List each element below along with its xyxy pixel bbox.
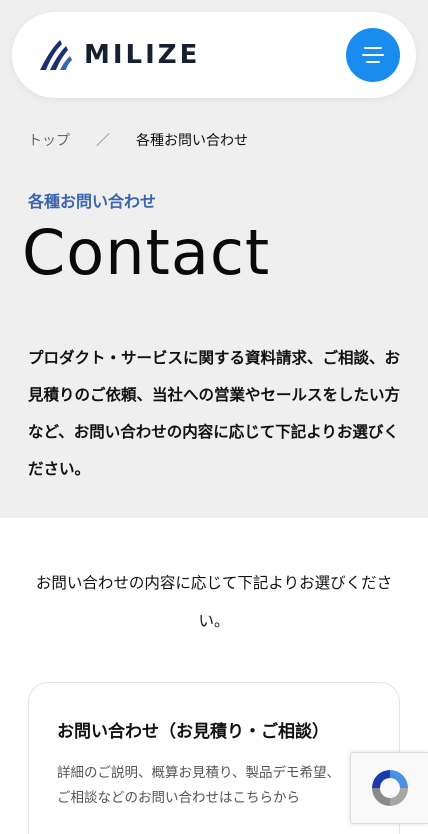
card-title: お問い合わせ（お見積り・ご相談） — [57, 722, 329, 742]
menu-line — [366, 61, 380, 63]
breadcrumb-separator: ／ — [96, 133, 110, 149]
logo[interactable]: MILIZE — [38, 38, 200, 72]
breadcrumb: トップ ／ 各種お問い合わせ — [28, 130, 248, 150]
menu-line — [362, 54, 384, 56]
page-eyebrow: 各種お問い合わせ — [28, 192, 157, 211]
recaptcha-badge[interactable] — [350, 752, 428, 824]
card-description: 詳細のご説明、概算お見積り、製品デモ希望、ご相談などのお問い合わせはこちらから — [57, 765, 340, 806]
breadcrumb-home-link[interactable]: トップ — [28, 130, 70, 150]
section-lead: お問い合わせの内容に応じて下記よりお選びください。 — [35, 574, 393, 630]
page-title: Contact — [22, 216, 271, 289]
intro-text: プロダクト・サービスに関する資料請求、ご相談、お見積りのご依頼、当社への営業やセ… — [28, 349, 401, 478]
menu-lines-icon — [364, 47, 382, 49]
menu-button[interactable] — [346, 28, 400, 82]
breadcrumb-current: 各種お問い合わせ — [136, 133, 248, 149]
site-header: MILIZE — [12, 12, 416, 98]
milize-logo-mark-icon — [40, 40, 72, 70]
contact-card-estimate[interactable]: お問い合わせ（お見積り・ご相談） 詳細のご説明、概算お見積り、製品デモ希望、ご相… — [28, 682, 400, 834]
recaptcha-icon — [371, 770, 408, 806]
logo-text: MILIZE — [84, 40, 201, 70]
